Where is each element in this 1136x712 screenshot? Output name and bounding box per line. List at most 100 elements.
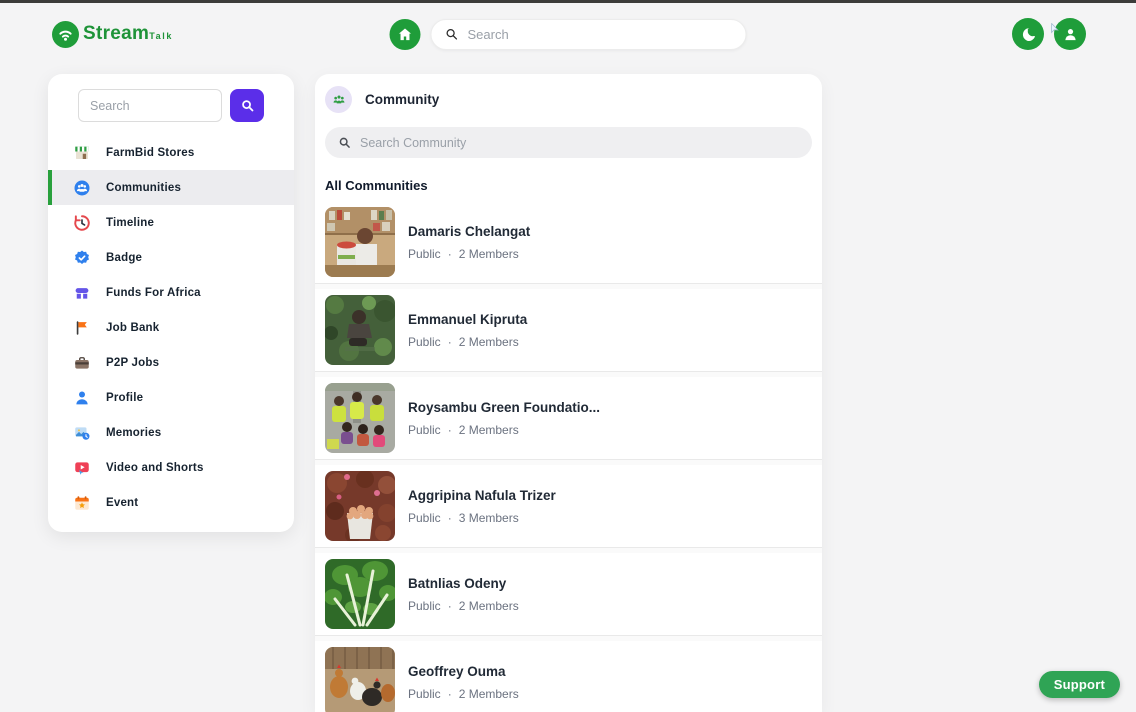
community-list-item[interactable]: Batnlias Odeny Public · 2 Members bbox=[315, 553, 822, 635]
support-button[interactable]: Support bbox=[1039, 671, 1120, 698]
moon-icon bbox=[1020, 26, 1037, 43]
communities-icon bbox=[73, 179, 91, 197]
video-play-icon bbox=[73, 459, 91, 477]
community-list-item[interactable]: Aggripina Nafula Trizer Public · 3 Membe… bbox=[315, 465, 822, 547]
sidebar-item-label: Badge bbox=[106, 252, 142, 264]
sidebar-item-label: Memories bbox=[106, 427, 161, 439]
left-sidebar: FarmBid Stores Communities Timeline Badg… bbox=[48, 74, 294, 532]
community-avatar bbox=[325, 295, 395, 365]
sidebar-search-button[interactable] bbox=[230, 89, 264, 122]
sidebar-item-communities[interactable]: Communities bbox=[48, 170, 294, 205]
brand-name: Stream bbox=[83, 23, 149, 45]
search-icon bbox=[240, 98, 255, 113]
brand-suffix: Talk bbox=[149, 31, 173, 41]
verified-badge-icon bbox=[73, 249, 91, 267]
sidebar-item-label: Job Bank bbox=[106, 322, 159, 334]
privacy-label: Public bbox=[408, 599, 441, 613]
dot-separator: · bbox=[448, 247, 452, 261]
sidebar-item-farmbid-stores[interactable]: FarmBid Stores bbox=[48, 135, 294, 170]
community-avatar bbox=[325, 383, 395, 453]
community-meta: Public · 2 Members bbox=[408, 687, 519, 701]
dark-mode-button[interactable] bbox=[1012, 18, 1044, 50]
community-meta: Public · 2 Members bbox=[408, 423, 600, 437]
members-count: 2 Members bbox=[459, 599, 519, 613]
header-search-input[interactable] bbox=[468, 27, 733, 42]
privacy-label: Public bbox=[408, 423, 441, 437]
briefcase-icon bbox=[73, 354, 91, 372]
search-icon bbox=[338, 136, 351, 149]
community-list-item[interactable]: Damaris Chelangat Public · 2 Members bbox=[315, 201, 822, 283]
community-meta: Public · 2 Members bbox=[408, 599, 519, 613]
community-search bbox=[325, 127, 812, 158]
sidebar-item-timeline[interactable]: Timeline bbox=[48, 205, 294, 240]
sidebar-item-p2p-jobs[interactable]: P2P Jobs bbox=[48, 345, 294, 380]
page-title: Community bbox=[365, 92, 439, 107]
sidebar-item-label: Event bbox=[106, 497, 138, 509]
privacy-label: Public bbox=[408, 687, 441, 701]
members-count: 3 Members bbox=[459, 511, 519, 525]
community-name: Geoffrey Ouma bbox=[408, 664, 519, 679]
sidebar-item-job-bank[interactable]: Job Bank bbox=[48, 310, 294, 345]
sidebar-item-profile[interactable]: Profile bbox=[48, 380, 294, 415]
community-meta: Public · 2 Members bbox=[408, 335, 527, 349]
photo-clock-icon bbox=[73, 424, 91, 442]
dot-separator: · bbox=[448, 423, 452, 437]
members-count: 2 Members bbox=[459, 335, 519, 349]
community-name: Roysambu Green Foundatio... bbox=[408, 400, 600, 415]
sidebar-item-label: Timeline bbox=[106, 217, 154, 229]
sidebar-search-input[interactable] bbox=[78, 89, 222, 122]
community-meta: Public · 2 Members bbox=[408, 247, 530, 261]
community-avatar bbox=[325, 647, 395, 712]
sidebar-item-label: FarmBid Stores bbox=[106, 147, 194, 159]
community-list-item[interactable]: Emmanuel Kipruta Public · 2 Members bbox=[315, 289, 822, 371]
community-list-item[interactable]: Roysambu Green Foundatio... Public · 2 M… bbox=[315, 377, 822, 459]
community-list-item[interactable]: Geoffrey Ouma Public · 2 Members bbox=[315, 641, 822, 712]
header-search bbox=[431, 19, 747, 50]
members-count: 2 Members bbox=[459, 687, 519, 701]
members-count: 2 Members bbox=[459, 423, 519, 437]
dot-separator: · bbox=[448, 687, 452, 701]
privacy-label: Public bbox=[408, 511, 441, 525]
profile-icon bbox=[1062, 26, 1079, 43]
community-avatar bbox=[325, 207, 395, 277]
community-group-icon bbox=[325, 86, 352, 113]
community-meta: Public · 3 Members bbox=[408, 511, 556, 525]
sidebar-item-label: Video and Shorts bbox=[106, 462, 204, 474]
top-header: Stream Talk bbox=[0, 3, 1136, 65]
sidebar-item-funds-for-africa[interactable]: Funds For Africa bbox=[48, 275, 294, 310]
community-name: Damaris Chelangat bbox=[408, 224, 530, 239]
sidebar-item-label: Funds For Africa bbox=[106, 287, 201, 299]
funds-icon bbox=[73, 284, 91, 302]
sidebar-item-label: P2P Jobs bbox=[106, 357, 159, 369]
community-avatar bbox=[325, 471, 395, 541]
storefront-icon bbox=[73, 144, 91, 162]
members-count: 2 Members bbox=[459, 247, 519, 261]
privacy-label: Public bbox=[408, 335, 441, 349]
brand-logo[interactable]: Stream Talk bbox=[52, 21, 173, 48]
search-icon bbox=[445, 27, 459, 41]
sidebar-item-badge[interactable]: Badge bbox=[48, 240, 294, 275]
sidebar-item-label: Profile bbox=[106, 392, 143, 404]
community-name: Batnlias Odeny bbox=[408, 576, 519, 591]
wifi-logo-icon bbox=[52, 21, 79, 48]
sidebar-item-memories[interactable]: Memories bbox=[48, 415, 294, 450]
privacy-label: Public bbox=[408, 247, 441, 261]
community-panel: Community All Communities Damaris Chelan… bbox=[315, 74, 822, 712]
home-icon bbox=[397, 26, 414, 43]
home-button[interactable] bbox=[390, 19, 421, 50]
sidebar-item-label: Communities bbox=[106, 182, 181, 194]
community-name: Aggripina Nafula Trizer bbox=[408, 488, 556, 503]
community-search-input[interactable] bbox=[360, 136, 799, 150]
community-name: Emmanuel Kipruta bbox=[408, 312, 527, 327]
calendar-star-icon bbox=[73, 494, 91, 512]
mouse-cursor bbox=[1049, 23, 1061, 35]
flag-icon bbox=[73, 319, 91, 337]
section-title: All Communities bbox=[325, 178, 812, 193]
sidebar-item-video-and-shorts[interactable]: Video and Shorts bbox=[48, 450, 294, 485]
person-icon bbox=[73, 389, 91, 407]
dot-separator: · bbox=[448, 511, 452, 525]
dot-separator: · bbox=[448, 599, 452, 613]
dot-separator: · bbox=[448, 335, 452, 349]
sidebar-item-event[interactable]: Event bbox=[48, 485, 294, 520]
timeline-history-icon bbox=[73, 214, 91, 232]
